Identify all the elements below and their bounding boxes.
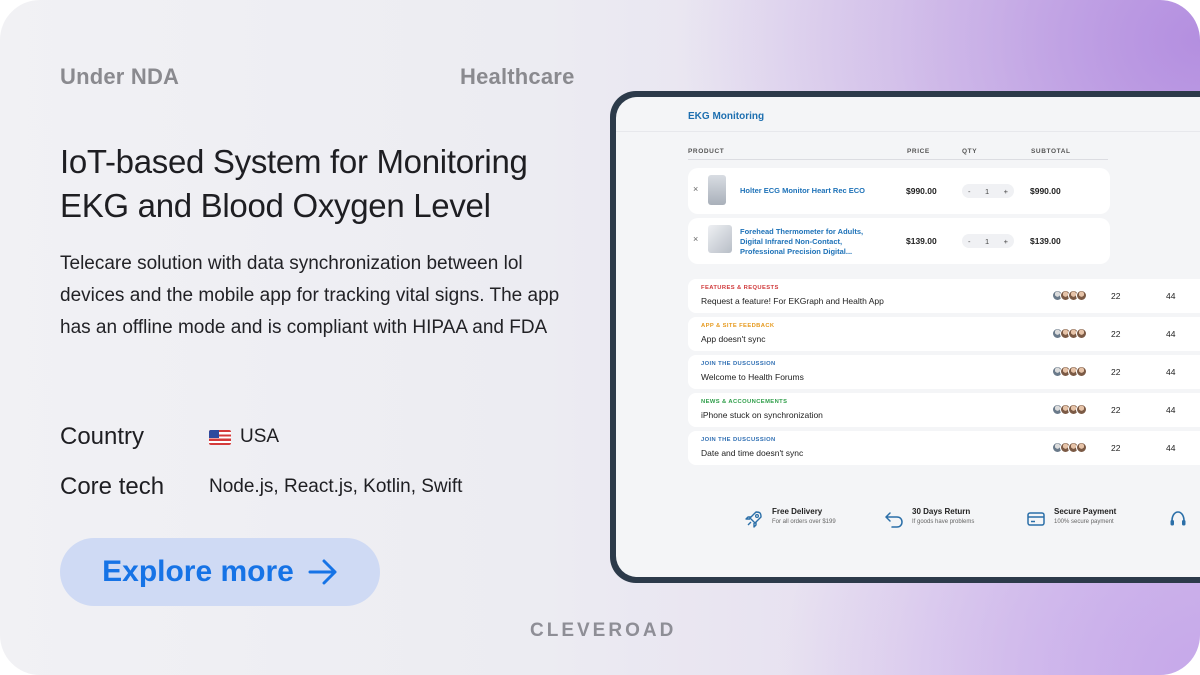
increment-button[interactable]: +: [1004, 237, 1008, 246]
col-subtotal: SUBTOTAL: [1031, 148, 1071, 155]
replies-count: 22: [1111, 443, 1121, 453]
topic-title: App doesn't sync: [701, 334, 766, 344]
quantity-stepper[interactable]: - 1 +: [962, 184, 1014, 198]
headset-icon: [1170, 511, 1186, 526]
product-name[interactable]: Forehead Thermometer for Adults, Digital…: [740, 227, 880, 257]
core-tech-value: Node.js, React.js, Kotlin, Swift: [209, 476, 463, 497]
feature-title: Free Delivery: [772, 507, 823, 516]
feature-support-partial: [1168, 507, 1188, 529]
header-divider: [616, 131, 1200, 132]
participants-avatars: [1052, 290, 1087, 301]
topic-title: Welcome to Health Forums: [701, 372, 804, 382]
decrement-button[interactable]: -: [968, 237, 971, 246]
country-label: Country: [60, 423, 145, 450]
avatar: [1076, 366, 1087, 377]
forum-topic-row[interactable]: FEATURES & REQUESTS Request a feature! F…: [688, 279, 1200, 313]
replies-count: 22: [1111, 367, 1121, 377]
country-name: USA: [240, 426, 280, 447]
quantity-value: 1: [984, 236, 990, 246]
views-count: 44: [1166, 367, 1176, 377]
product-price: $990.00: [906, 186, 937, 196]
explore-more-button[interactable]: Explore more: [60, 538, 380, 606]
topic-category: APP & SITE FEEDBACK: [701, 323, 775, 329]
product-subtotal: $139.00: [1030, 236, 1061, 246]
participants-avatars: [1052, 442, 1087, 453]
topic-title: Date and time doesn't sync: [701, 448, 804, 458]
feature-subtitle: If goods have problems: [912, 519, 975, 525]
replies-count: 22: [1111, 329, 1121, 339]
topic-category: NEWS & ACCOUNCEMENTS: [701, 399, 788, 405]
tablet-mockup: EKG Monitoring PRODUCT PRICE QTY SUBTOTA…: [610, 91, 1200, 583]
case-study-card: Under NDA Healthcare IoT-based System fo…: [0, 0, 1200, 675]
views-count: 44: [1166, 329, 1176, 339]
avatar: [1076, 290, 1087, 301]
remove-item-icon[interactable]: ×: [693, 234, 698, 244]
topic-category: FEATURES & REQUESTS: [701, 285, 779, 291]
topic-title: Request a feature! For EKGraph and Healt…: [701, 296, 884, 306]
forum-topic-row[interactable]: NEWS & ACCOUNCEMENTS iPhone stuck on syn…: [688, 393, 1200, 427]
case-description: Telecare solution with data synchronizat…: [60, 253, 560, 338]
feature-title: Secure Payment: [1054, 507, 1117, 516]
views-count: 44: [1166, 291, 1176, 301]
forum-topic-row[interactable]: APP & SITE FEEDBACK App doesn't sync 22 …: [688, 317, 1200, 351]
avatar: [1076, 404, 1087, 415]
feature-subtitle: 100% secure payment: [1054, 519, 1114, 525]
cart-row: × Holter ECG Monitor Heart Rec ECO $990.…: [688, 168, 1110, 214]
product-price: $139.00: [906, 236, 937, 246]
app-screen: EKG Monitoring PRODUCT PRICE QTY SUBTOTA…: [616, 97, 1200, 577]
arrow-right-icon: [308, 559, 337, 585]
col-qty: QTY: [962, 148, 978, 155]
core-tech-label: Core tech: [60, 473, 165, 500]
app-title: EKG Monitoring: [688, 111, 765, 122]
views-count: 44: [1166, 443, 1176, 453]
table-header-divider: [688, 159, 1108, 160]
product-name[interactable]: Holter ECG Monitor Heart Rec ECO: [740, 186, 880, 196]
cart-row: × Forehead Thermometer for Adults, Digit…: [688, 218, 1110, 264]
credit-card-icon: [1027, 512, 1045, 526]
col-price: PRICE: [907, 148, 930, 155]
increment-button[interactable]: +: [1004, 187, 1008, 196]
participants-avatars: [1052, 366, 1087, 377]
participants-avatars: [1052, 328, 1087, 339]
rocket-icon: [745, 511, 762, 528]
forum-topic-row[interactable]: JOIN THE DUSCUSSION Date and time doesn'…: [688, 431, 1200, 465]
forum-topic-row[interactable]: JOIN THE DUSCUSSION Welcome to Health Fo…: [688, 355, 1200, 389]
replies-count: 22: [1111, 291, 1121, 301]
product-image: [708, 225, 732, 253]
topic-category: JOIN THE DUSCUSSION: [701, 437, 776, 443]
remove-item-icon[interactable]: ×: [693, 184, 698, 194]
replies-count: 22: [1111, 405, 1121, 415]
quantity-value: 1: [984, 186, 990, 196]
us-flag-icon: [209, 429, 231, 445]
topic-category: JOIN THE DUSCUSSION: [701, 361, 776, 367]
feature-returns: 30 Days Return If goods have problems: [884, 507, 974, 529]
industry-label: Healthcare: [460, 64, 575, 89]
nda-label: Under NDA: [60, 64, 180, 89]
participants-avatars: [1052, 404, 1087, 415]
return-arrow-icon: [885, 512, 903, 528]
col-product: PRODUCT: [688, 148, 725, 155]
product-subtotal: $990.00: [1030, 186, 1061, 196]
case-title: IoT-based System for Monitoring EKG and …: [60, 143, 528, 224]
quantity-stepper[interactable]: - 1 +: [962, 234, 1014, 248]
explore-more-label: Explore more: [102, 555, 294, 588]
views-count: 44: [1166, 405, 1176, 415]
country-value: USA: [209, 426, 279, 448]
topic-title: iPhone stuck on synchronization: [701, 410, 823, 420]
brand-logo: CLEVEROAD: [530, 620, 677, 641]
feature-title: 30 Days Return: [912, 507, 971, 516]
decrement-button[interactable]: -: [968, 187, 971, 196]
feature-secure-payment: Secure Payment 100% secure payment: [1026, 507, 1116, 529]
feature-subtitle: For all orders over $199: [772, 519, 836, 525]
avatar: [1076, 442, 1087, 453]
avatar: [1076, 328, 1087, 339]
product-image: [708, 175, 726, 205]
feature-free-delivery: Free Delivery For all orders over $199: [744, 507, 836, 529]
